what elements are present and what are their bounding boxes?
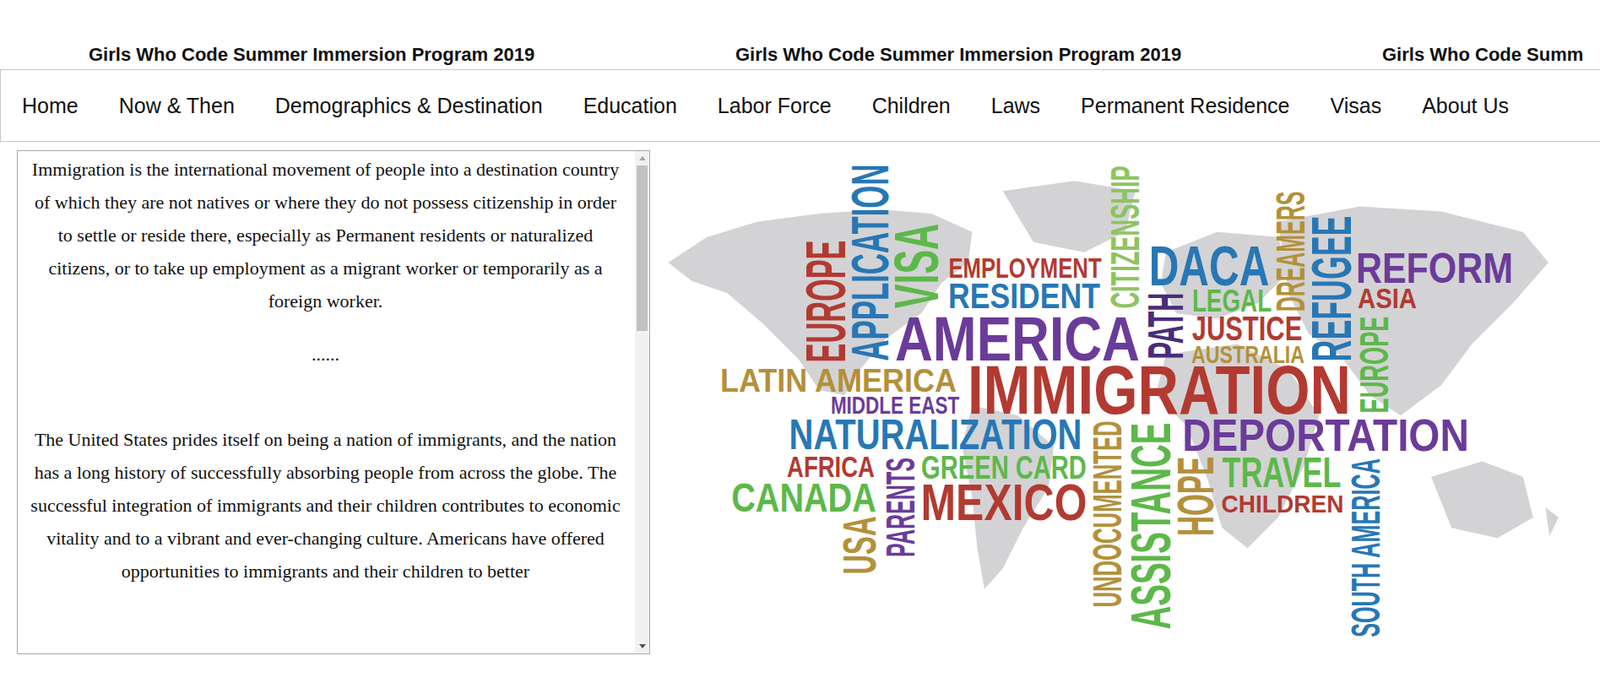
nav-link[interactable]: Education — [583, 88, 678, 124]
cloud-word: VISA — [885, 222, 949, 308]
banner-text: Girls Who Code Summ — [1382, 43, 1600, 66]
cloud-word: PARENTS — [880, 457, 921, 558]
banner-text: Girls Who Code Summer Immersion Program … — [88, 43, 736, 66]
cloud-word: USA — [836, 515, 885, 575]
main-content: Immigration is the international movemen… — [0, 141, 1600, 655]
cloud-word: REFUGEE — [1302, 216, 1361, 363]
arrow-down-icon — [639, 644, 646, 649]
intro-text[interactable]: Immigration is the international movemen… — [17, 151, 635, 654]
arrow-up-icon — [639, 156, 646, 161]
scroll-track[interactable] — [634, 165, 650, 640]
cloud-word: CITIZENSHIP — [1105, 165, 1145, 309]
marquee-banner: Girls Who Code Summer Immersion Program … — [0, 0, 1600, 70]
scroll-down-button[interactable] — [634, 639, 650, 654]
intro-panel: Immigration is the international movemen… — [16, 150, 651, 655]
intro-paragraph: The United States prides itself on being… — [27, 423, 624, 588]
word-cloud: EUROPEAPPLICATIONVISAEMPLOYMENTRESIDENTC… — [666, 150, 1579, 655]
nav-link[interactable]: Demographics & Destination — [275, 88, 543, 124]
nav-link[interactable]: Home — [21, 88, 79, 124]
intro-paragraph: ...... — [27, 337, 624, 371]
cloud-word: EUROPE — [1352, 315, 1394, 413]
cloud-word: PATH — [1142, 292, 1193, 359]
nav-link[interactable]: Permanent Residence — [1080, 88, 1290, 124]
cloud-word: HOPE — [1170, 456, 1222, 537]
cloud-word: ASIA — [1357, 285, 1417, 315]
cloud-word: SOUTH AMERICA — [1345, 458, 1386, 638]
cloud-word: CANADA — [731, 477, 877, 518]
cloud-word: MEXICO — [921, 477, 1088, 529]
nav-link[interactable]: About Us — [1421, 88, 1509, 124]
nav-link[interactable]: Laws — [991, 88, 1041, 124]
cloud-word: REFORM — [1355, 247, 1514, 291]
nav-link[interactable]: Visas — [1329, 88, 1382, 124]
nav-link[interactable]: Children — [872, 88, 951, 124]
cloud-word: JUSTICE — [1191, 311, 1302, 347]
page: Girls Who Code Summer Immersion Program … — [0, 0, 1600, 683]
intro-paragraph: Immigration is the international movemen… — [27, 152, 624, 318]
cloud-word: NATURALIZATION — [789, 413, 1083, 457]
scrollbar[interactable] — [634, 151, 650, 654]
cloud-word: CHILDREN — [1220, 490, 1344, 516]
nav-bar: Home Now & Then Demographics & Destination… — [0, 69, 1600, 142]
cloud-word: LATIN AMERICA — [720, 364, 957, 398]
banner-text: Girls Who Code Summer Immersion Program … — [735, 43, 1383, 66]
nav-link[interactable]: Labor Force — [717, 88, 832, 124]
cloud-word: TRAVEL — [1221, 451, 1341, 495]
nav-link[interactable]: Now & Then — [119, 88, 235, 124]
scroll-thumb[interactable] — [636, 165, 648, 331]
scroll-up-button[interactable] — [634, 151, 650, 166]
